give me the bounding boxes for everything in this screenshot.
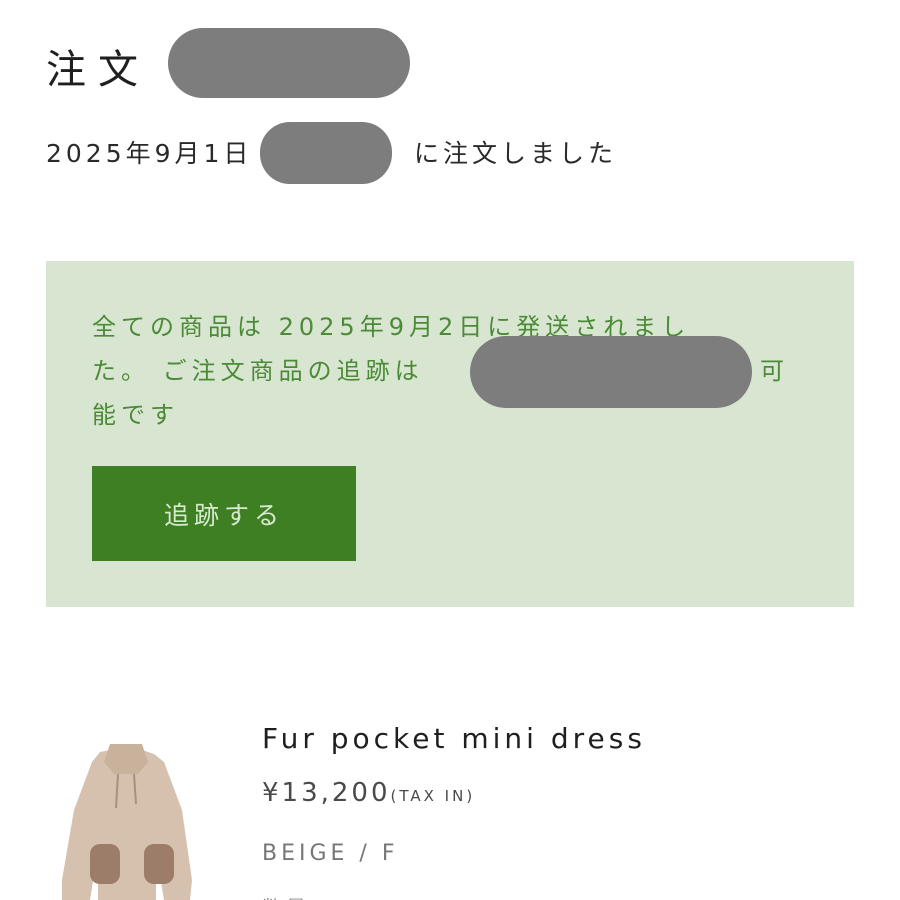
- order-date-suffix: に注文しました: [414, 139, 618, 168]
- product-thumbnail[interactable]: [52, 740, 202, 900]
- product-variant: BEIGE / F: [262, 841, 399, 866]
- order-date-prefix: 2025年9月1日: [46, 139, 253, 168]
- fur-pocket-left: [90, 844, 120, 884]
- shipping-status-panel: 全ての商品は 2025年9月2日に発送されまし た。 ご注文商品の追跡は 可 能…: [46, 261, 854, 607]
- redacted-order-time: [260, 122, 392, 184]
- product-tax-note: (TAX IN): [390, 787, 476, 805]
- order-detail-page: 注文 # 2025年9月1日 に注文しました 全ての商品は 2025年9月2日に…: [0, 0, 900, 900]
- redacted-order-number: [168, 28, 410, 98]
- status-line-2-tail: 可: [760, 357, 789, 385]
- status-line-2-text: た。 ご注文商品の追跡は: [92, 357, 424, 385]
- redacted-tracking-link: [470, 336, 752, 408]
- track-shipment-button[interactable]: 追跡する: [92, 466, 356, 561]
- dress-hood: [104, 744, 148, 774]
- fur-pocket-right: [144, 844, 174, 884]
- order-date-text: 2025年9月1日 に注文しました: [46, 134, 613, 170]
- product-price: ¥13,200(TAX IN): [262, 778, 475, 808]
- product-price-value: ¥13,200: [262, 778, 391, 808]
- product-name[interactable]: Fur pocket mini dress: [262, 722, 646, 755]
- product-quantity-label: 数量: [262, 892, 310, 900]
